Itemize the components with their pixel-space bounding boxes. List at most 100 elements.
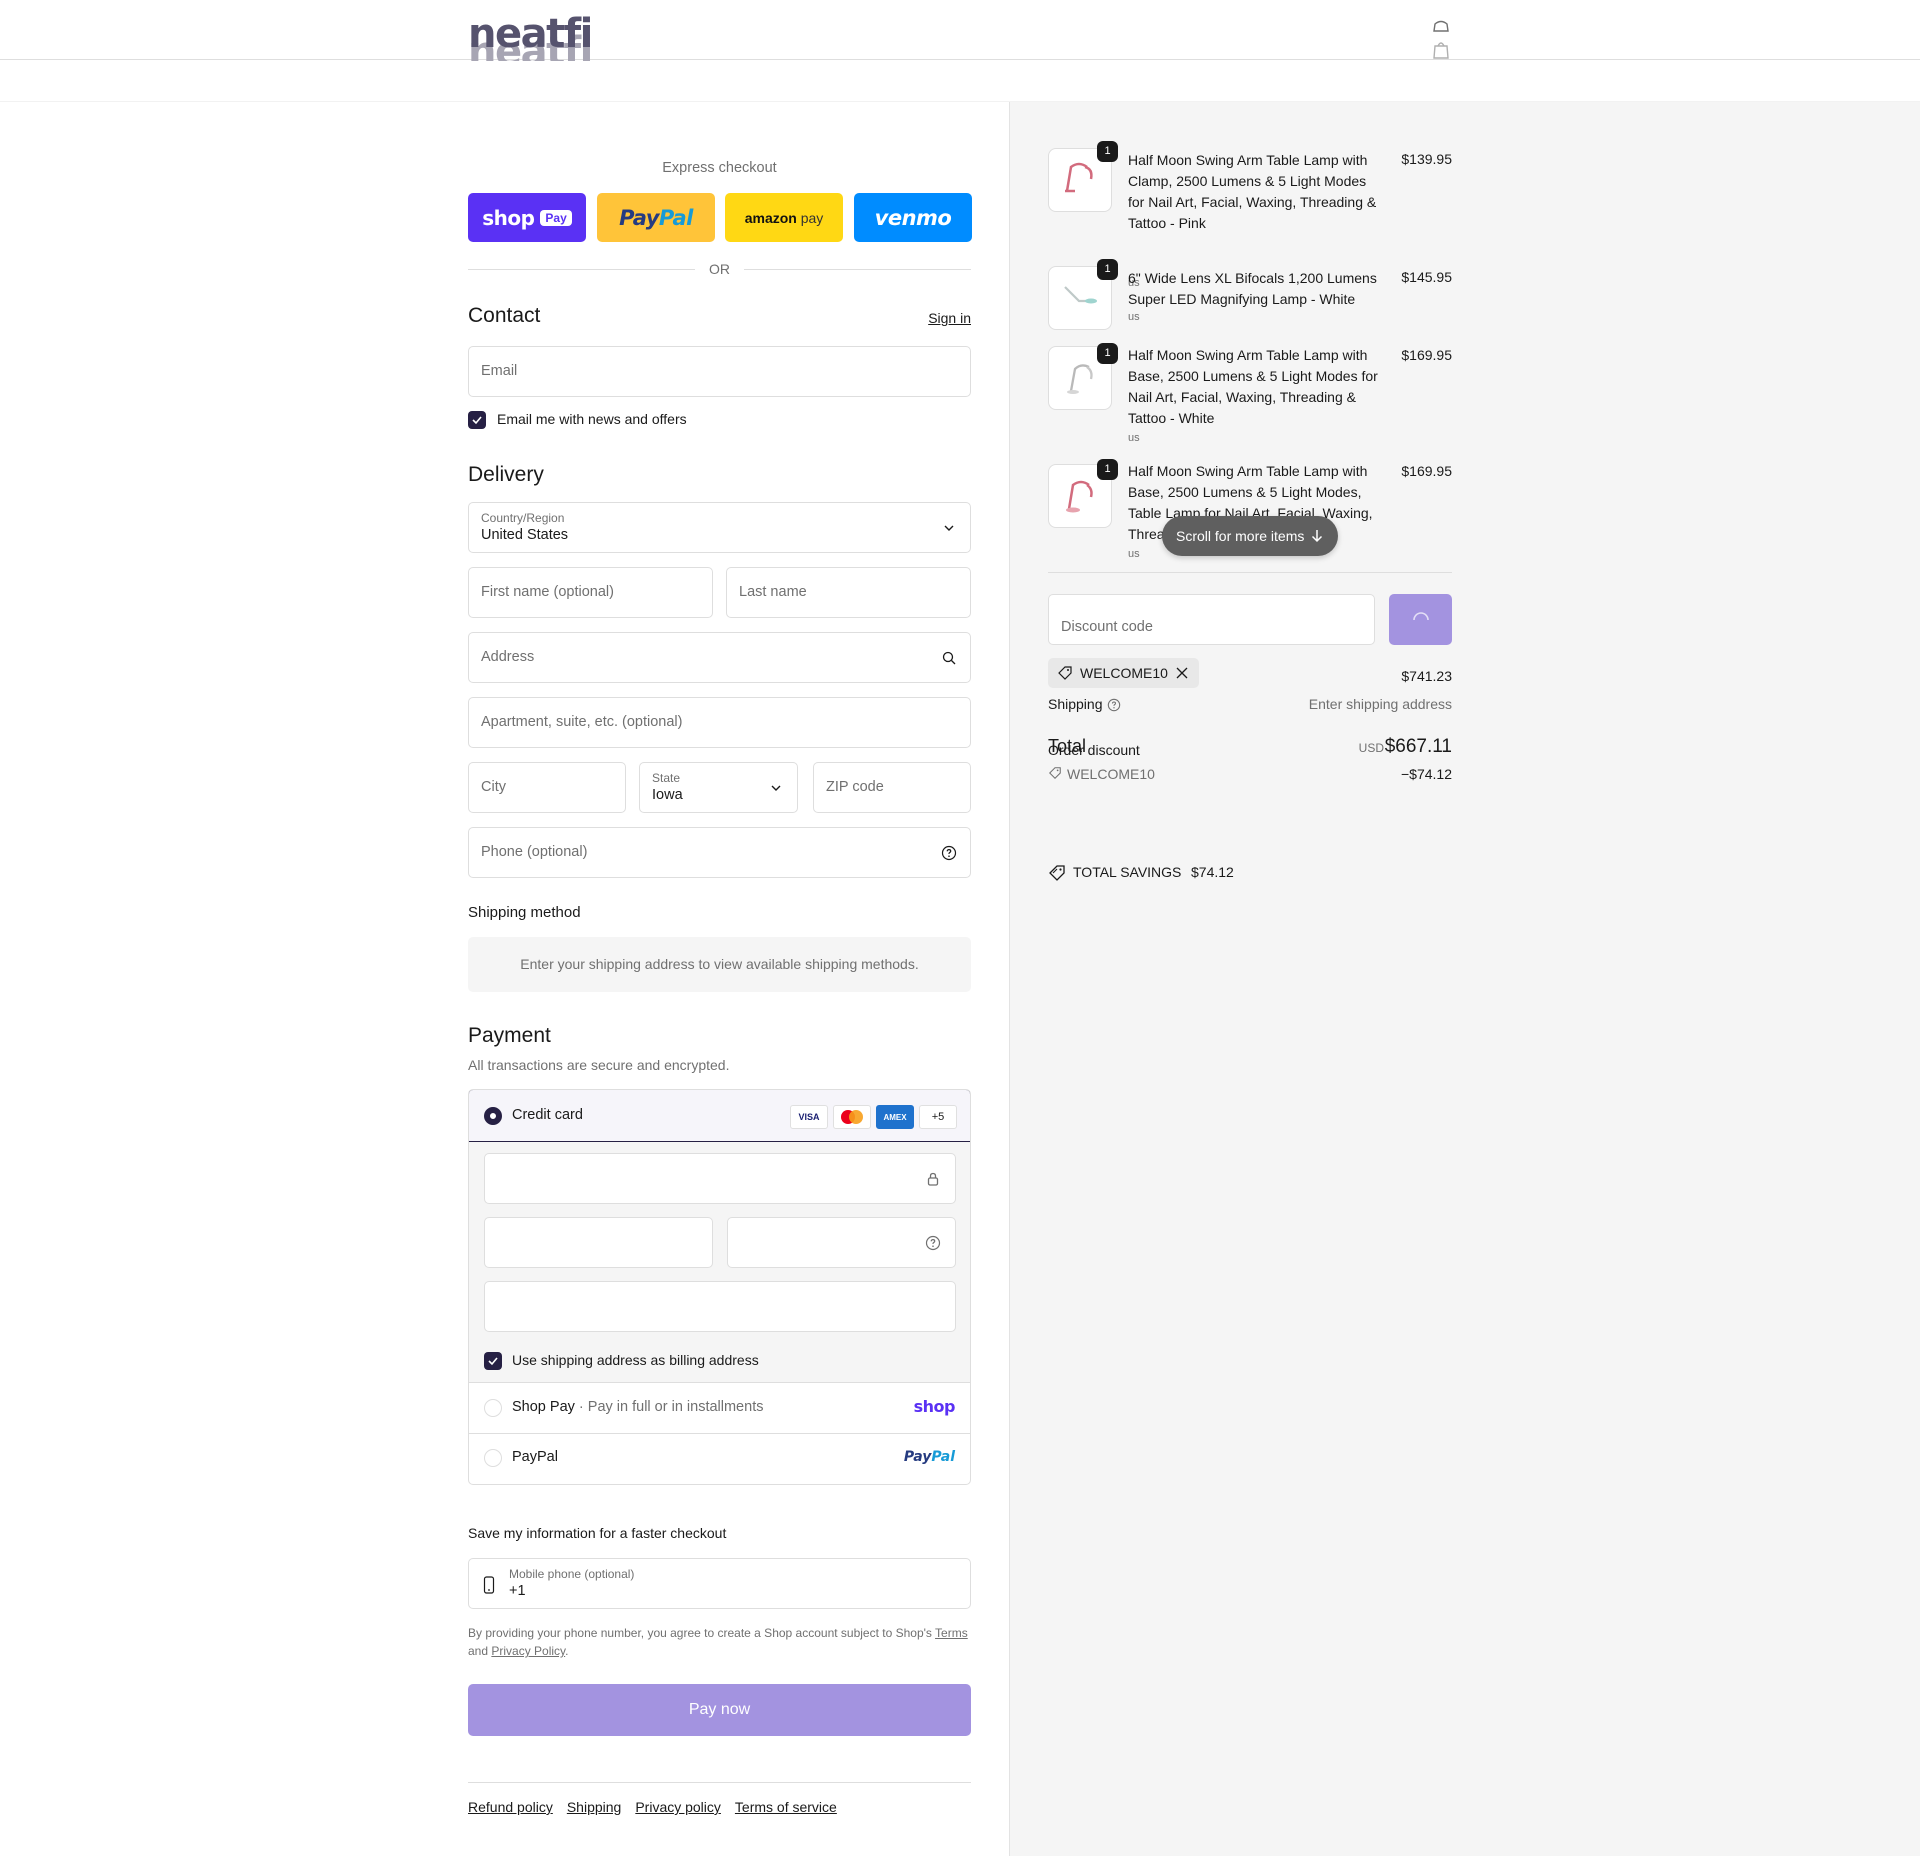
product-price: $169.95	[1401, 463, 1452, 479]
country-label: Country/Region	[481, 511, 565, 525]
mastercard-icon	[833, 1105, 871, 1129]
paypal-logo-part1: Pay	[619, 205, 659, 230]
contact-title: Contact	[468, 304, 541, 327]
state-select[interactable]: State Iowa	[639, 762, 798, 813]
or-text: OR	[709, 261, 730, 277]
credit-card-radio[interactable]	[484, 1107, 502, 1125]
quantity-badge: 1	[1097, 259, 1118, 280]
amazon-logo-part1: amazon	[744, 209, 797, 226]
mobile-phone-field[interactable]: Mobile phone (optional) +1	[468, 1558, 971, 1609]
footer-divider	[468, 1782, 971, 1783]
shipping-method-info: Enter your shipping address to view avai…	[468, 937, 971, 992]
privacy-policy-link[interactable]: Privacy policy	[635, 1799, 721, 1815]
mobile-phone-value: +1	[509, 1583, 526, 1599]
card-number-field[interactable]	[484, 1153, 956, 1204]
header-band	[0, 61, 1920, 102]
discount-code-placeholder: Discount code	[1061, 619, 1153, 635]
state-value: Iowa	[652, 787, 683, 803]
discount-code-field[interactable]: Discount code	[1048, 594, 1375, 645]
shipping-policy-link[interactable]: Shipping	[567, 1799, 622, 1815]
more-cards-badge: +5	[919, 1105, 957, 1129]
shop-pay-option[interactable]: Shop Pay · Pay in full or in installment…	[469, 1383, 970, 1433]
security-code-field[interactable]	[727, 1217, 956, 1268]
first-name-field[interactable]: First name (optional)	[468, 567, 713, 618]
shop-terms-link[interactable]: Terms	[935, 1626, 968, 1640]
phone-placeholder: Phone (optional)	[481, 844, 588, 860]
address-placeholder: Address	[481, 649, 535, 665]
apartment-placeholder: Apartment, suite, etc. (optional)	[481, 714, 683, 730]
last-name-placeholder: Last name	[739, 584, 807, 600]
help-circle-icon[interactable]	[1107, 698, 1121, 712]
chevron-down-icon	[944, 525, 954, 531]
credit-card-option[interactable]: Credit card VISA AMEX +5	[469, 1090, 970, 1142]
divider-line	[468, 268, 695, 270]
shipping-value: Enter shipping address	[1308, 696, 1452, 712]
billing-checkbox[interactable]	[484, 1352, 502, 1370]
scroll-for-more-button[interactable]: Scroll for more items	[1162, 516, 1338, 556]
product-name: Half Moon Swing Arm Table Lamp with Base…	[1128, 347, 1378, 426]
amazon-logo-part2: pay	[796, 209, 824, 226]
shop-pay-button[interactable]: shop Pay	[468, 193, 586, 242]
cart-bag-icon[interactable]	[1431, 20, 1451, 64]
quantity-badge: 1	[1097, 343, 1118, 364]
pay-now-button[interactable]: Pay now	[468, 1684, 971, 1736]
legal-mid: and	[468, 1644, 492, 1658]
refund-policy-link[interactable]: Refund policy	[468, 1799, 553, 1815]
news-checkbox[interactable]	[468, 411, 486, 429]
venmo-button[interactable]: venmo	[854, 193, 972, 242]
city-placeholder: City	[481, 779, 506, 795]
paypal-radio[interactable]	[484, 1449, 502, 1467]
paypal-button[interactable]: PayPal	[597, 193, 715, 242]
remove-discount-icon[interactable]	[1176, 667, 1188, 679]
zip-field[interactable]: ZIP code	[813, 762, 971, 813]
address-field[interactable]: Address	[468, 632, 971, 683]
currency-code: USD	[1358, 741, 1384, 755]
product-variant: us	[1128, 548, 1140, 560]
apartment-field[interactable]: Apartment, suite, etc. (optional)	[468, 697, 971, 748]
amex-icon: AMEX	[876, 1105, 914, 1129]
country-select[interactable]: Country/Region United States	[468, 502, 971, 553]
paypal-logo: PayPal	[619, 206, 693, 230]
scroll-hint-label: Scroll for more items	[1176, 528, 1305, 544]
discount-code-label: WELCOME10	[1067, 766, 1155, 782]
help-circle-icon[interactable]	[941, 845, 957, 861]
product-variant: us	[1128, 432, 1140, 444]
arrow-down-icon	[1311, 530, 1323, 543]
legal-end: .	[565, 1644, 569, 1658]
paypal-mini-logo: PayPal	[904, 1449, 955, 1465]
sign-in-link[interactable]: Sign in	[928, 310, 971, 326]
quantity-badge: 1	[1097, 459, 1118, 480]
shop-pay-radio[interactable]	[484, 1399, 502, 1417]
paypal-logo-part2: Pal	[658, 205, 693, 230]
legal-pre: By providing your phone number, you agre…	[468, 1626, 936, 1640]
subtotal-value: $741.23	[1401, 668, 1452, 684]
name-on-card-field[interactable]	[484, 1281, 956, 1332]
billing-checkbox-label: Use shipping address as billing address	[512, 1352, 759, 1368]
total-savings-value: $74.12	[1191, 864, 1234, 880]
email-field[interactable]: Email	[468, 346, 971, 397]
shop-pay-installments: Pay in full or in installments	[587, 1399, 764, 1415]
shop-pay-separator: ·	[574, 1399, 588, 1415]
apply-discount-button[interactable]	[1389, 594, 1452, 645]
site-header: neatfi neatfi	[0, 0, 1920, 70]
expiration-field[interactable]	[484, 1217, 713, 1268]
shop-privacy-link[interactable]: Privacy Policy	[491, 1644, 565, 1658]
payment-methods: Credit card VISA AMEX +5 Use shipping ad…	[468, 1089, 971, 1485]
paypal-mini-part1: Pay	[903, 1449, 932, 1465]
shipping-label: Shipping	[1048, 696, 1103, 712]
shop-pay-option-label: Shop Pay · Pay in full or in installment…	[512, 1399, 763, 1415]
paypal-option[interactable]: PayPal PayPal	[469, 1433, 970, 1483]
amazon-pay-button[interactable]: amazon pay	[725, 193, 843, 242]
phone-field[interactable]: Phone (optional)	[468, 827, 971, 878]
help-circle-icon[interactable]	[925, 1235, 941, 1251]
first-name-placeholder: First name (optional)	[481, 584, 614, 600]
applied-discount-chip: WELCOME10	[1048, 658, 1199, 688]
footer-links: Refund policy Shipping Privacy policy Te…	[468, 1799, 837, 1815]
terms-of-service-link[interactable]: Terms of service	[735, 1799, 837, 1815]
lock-icon	[927, 1172, 939, 1186]
visa-icon: VISA	[790, 1105, 828, 1129]
shop-pay-word: shop	[482, 205, 535, 230]
payment-subtitle: All transactions are secure and encrypte…	[468, 1057, 730, 1073]
last-name-field[interactable]: Last name	[726, 567, 971, 618]
city-field[interactable]: City	[468, 762, 626, 813]
